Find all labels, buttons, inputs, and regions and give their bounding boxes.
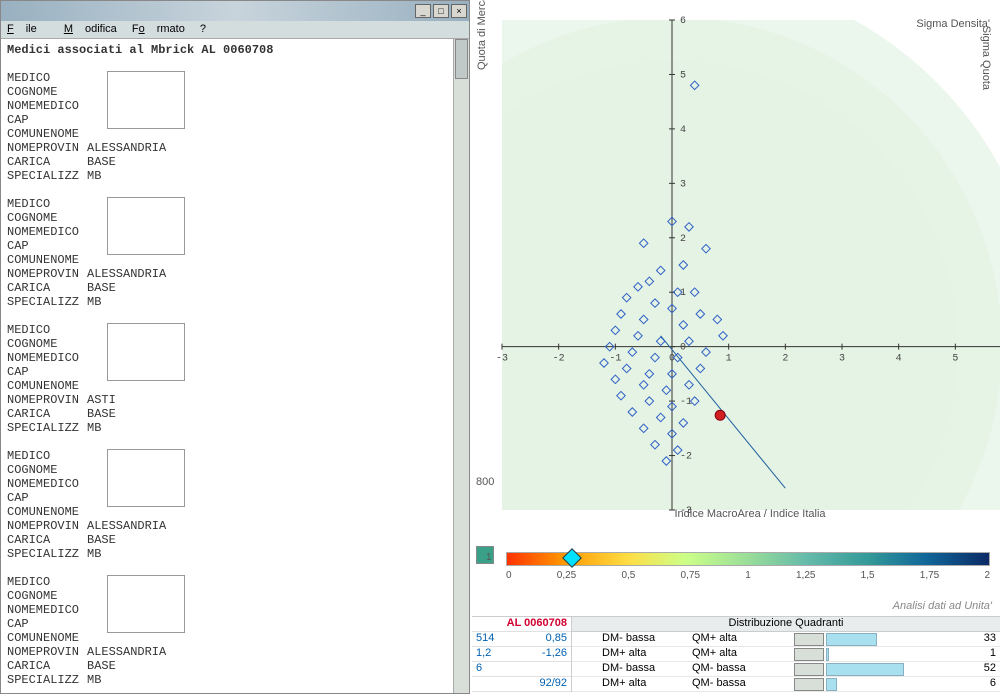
quadrant-button[interactable] [794,633,824,646]
doctor-record: MEDICOCOGNOMENOMEMEDICOCAPCOMUNENOMENOME… [7,575,463,687]
svg-text:5: 5 [680,70,686,81]
stats-column: AL 0060708 5140,85 1,2-1,26 6 92/92 [472,617,572,692]
content-area: Medici associati al Mbrick AL 0060708 ME… [1,39,469,693]
titlebar[interactable]: _ □ × [1,1,469,21]
doctor-record: MEDICOCOGNOMENOMEMEDICOCAPCOMUNENOMENOME… [7,449,463,561]
color-scale [506,552,990,566]
maximize-icon[interactable]: □ [433,4,449,18]
svg-text:-2: -2 [680,452,692,463]
sigma-quota-label: Sigma Quota [980,26,992,90]
quadrant-button[interactable] [794,678,824,691]
svg-text:0: 0 [680,343,686,354]
quadrant-button[interactable] [794,663,824,676]
svg-text:-1: -1 [609,354,621,365]
svg-text:4: 4 [680,125,686,136]
quadrant-row: DM- bassaQM- bassa52 [572,662,1000,677]
photo-placeholder [107,575,185,633]
svg-text:3: 3 [680,179,686,190]
bottom-panel: Analisi dati ad Unita' AL 0060708 5140,8… [472,600,1000,694]
photo-placeholder [107,323,185,381]
svg-text:-1: -1 [680,397,692,408]
x-axis-label: Indice MacroArea / Indice Italia [600,508,900,520]
svg-text:4: 4 [896,354,902,365]
unit-code: AL 0060708 [472,617,571,632]
svg-text:2: 2 [782,354,788,365]
quadrants-header: Distribuzione Quadranti [572,617,1000,632]
sigma-density-label: Sigma Densita' [916,18,990,30]
quadrants-column: Distribuzione Quadranti DM- bassaQM+ alt… [572,617,1000,692]
menu-formato[interactable]: Formato [132,23,185,35]
svg-text:5: 5 [952,354,958,365]
doctor-record: MEDICOCOGNOMENOMEMEDICOCAPCOMUNENOMENOME… [7,323,463,435]
svg-text:2: 2 [680,234,686,245]
aux-y-tick: 800 [476,476,494,488]
svg-text:3: 3 [839,354,845,365]
doctors-window: _ □ × File Modifica Formato ? Medici ass… [0,0,470,694]
quadrant-row: DM+ altaQM- bassa6 [572,677,1000,692]
scrollbar-thumb[interactable] [455,39,468,79]
menu-file[interactable]: File [7,23,49,35]
page-title: Medici associati al Mbrick AL 0060708 [7,43,463,57]
quadrant-row: DM- bassaQM+ alta33 [572,632,1000,647]
y-axis-label: Quota di Mercato Assoluta [476,0,488,70]
vertical-scrollbar[interactable] [453,39,469,693]
minimize-icon[interactable]: _ [415,4,431,18]
svg-text:-3: -3 [496,354,508,365]
doctor-record: MEDICOCOGNOMENOMEMEDICOCAPCOMUNENOMENOME… [7,71,463,183]
photo-placeholder [107,71,185,129]
close-icon[interactable]: × [451,4,467,18]
colorbar-marker-icon [562,548,582,568]
doctor-record: MEDICOCOGNOMENOMEMEDICOCAPCOMUNENOMENOME… [7,197,463,309]
photo-placeholder [107,197,185,255]
svg-text:1: 1 [726,354,732,365]
photo-placeholder [107,449,185,507]
colorbar: 1 00,250,50,7511,251,51,752 [506,552,990,581]
menu-modifica[interactable]: Modifica [64,23,117,35]
quadrant-button[interactable] [794,648,824,661]
menu-help[interactable]: ? [200,23,206,35]
svg-text:6: 6 [680,16,686,27]
menubar: File Modifica Formato ? [1,21,469,39]
svg-text:-2: -2 [553,354,565,365]
svg-text:0: 0 [669,354,675,365]
quadrant-row: DM+ altaQM+ alta1 [572,647,1000,662]
analisi-label: Analisi dati ad Unita' [472,600,1000,616]
